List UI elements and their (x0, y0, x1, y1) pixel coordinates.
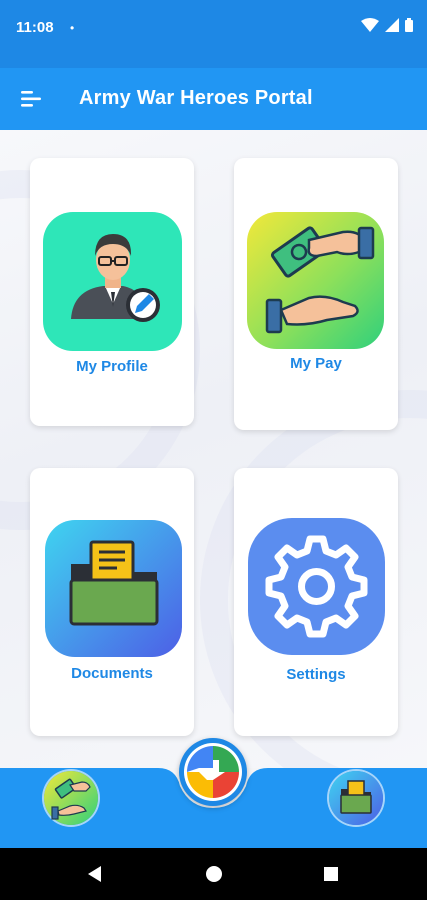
wifi-icon (361, 18, 379, 37)
bottom-navigation (0, 738, 427, 848)
signal-icon (385, 18, 399, 37)
nav-documents-button[interactable] (329, 771, 383, 825)
back-icon[interactable] (86, 865, 104, 888)
status-bar: 11:08 • (0, 0, 427, 68)
app-bar: Army War Heroes Portal (0, 68, 427, 130)
page-title: Army War Heroes Portal (79, 87, 313, 109)
system-navigation-bar (0, 848, 427, 900)
my-pay-card[interactable]: My Pay (234, 158, 398, 430)
settings-label: Settings (286, 666, 346, 683)
folder-icon (329, 780, 383, 829)
money-hands-icon (247, 212, 384, 349)
documents-label: Documents (71, 665, 153, 682)
dashboard-content: My Profile My Pay Documents Settings (0, 130, 427, 768)
app-grid-icon (179, 743, 247, 810)
nav-home-button[interactable] (179, 738, 247, 806)
status-icons (361, 18, 413, 37)
documents-card[interactable]: Documents (30, 468, 194, 736)
money-hands-icon (44, 778, 98, 829)
folder-icon (45, 520, 182, 657)
home-icon[interactable] (205, 865, 223, 888)
nav-my-pay-button[interactable] (44, 771, 98, 825)
battery-icon (405, 18, 413, 37)
gear-icon (248, 518, 385, 655)
status-time: 11:08 (16, 19, 54, 36)
my-profile-label: My Profile (76, 358, 148, 375)
user-edit-icon (43, 212, 182, 351)
menu-button[interactable] (18, 86, 44, 112)
settings-card[interactable]: Settings (234, 468, 398, 736)
my-pay-label: My Pay (290, 355, 342, 372)
menu-icon (18, 91, 44, 116)
my-profile-card[interactable]: My Profile (30, 158, 194, 426)
recents-icon[interactable] (323, 866, 339, 887)
notification-dot: • (70, 21, 75, 35)
